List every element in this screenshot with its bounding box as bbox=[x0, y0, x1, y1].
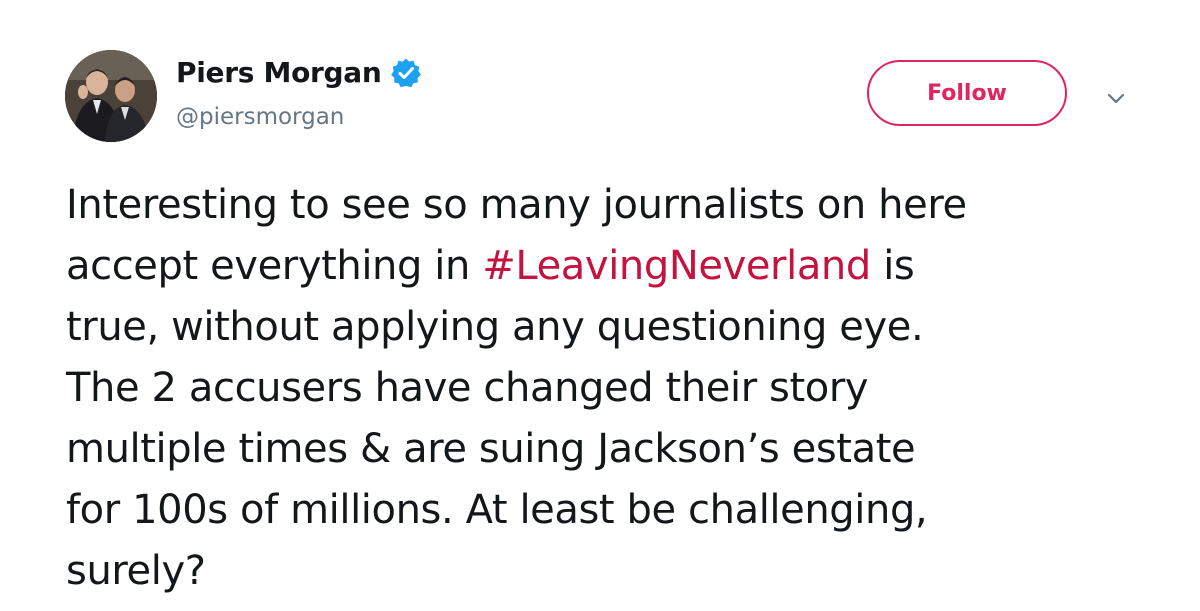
author-display-name[interactable]: Piers Morgan bbox=[176, 56, 382, 89]
tweet-line-2: accept everything in #LeavingNeverland i… bbox=[66, 236, 1176, 297]
tweet-card: Piers Morgan @piersmorgan Follow Interes… bbox=[0, 0, 1200, 611]
tweet-line-7: surely? bbox=[66, 548, 206, 594]
hashtag-link[interactable]: #LeavingNeverland bbox=[482, 243, 871, 289]
tweet-text-segment: is bbox=[870, 243, 915, 289]
tweet-line-5: multiple times & are suing Jackson’s est… bbox=[66, 426, 916, 472]
tweet-line-6: for 100s of millions. At least be challe… bbox=[66, 487, 928, 533]
chevron-down-icon[interactable] bbox=[1104, 86, 1128, 110]
verified-badge-icon bbox=[390, 58, 421, 87]
tweet-text: Interesting to see so many journalists o… bbox=[66, 175, 1176, 602]
tweet-line-1: Interesting to see so many journalists o… bbox=[66, 182, 967, 228]
follow-button[interactable]: Follow bbox=[867, 60, 1067, 126]
author-handle[interactable]: @piersmorgan bbox=[176, 104, 344, 130]
tweet-line-4: The 2 accusers have changed their story bbox=[66, 365, 869, 411]
tweet-text-segment: accept everything in bbox=[66, 243, 483, 289]
author-name-row: Piers Morgan bbox=[176, 56, 422, 89]
avatar-photo bbox=[65, 50, 157, 142]
tweet-line-3: true, without applying any questioning e… bbox=[66, 304, 924, 350]
avatar[interactable] bbox=[65, 50, 157, 142]
